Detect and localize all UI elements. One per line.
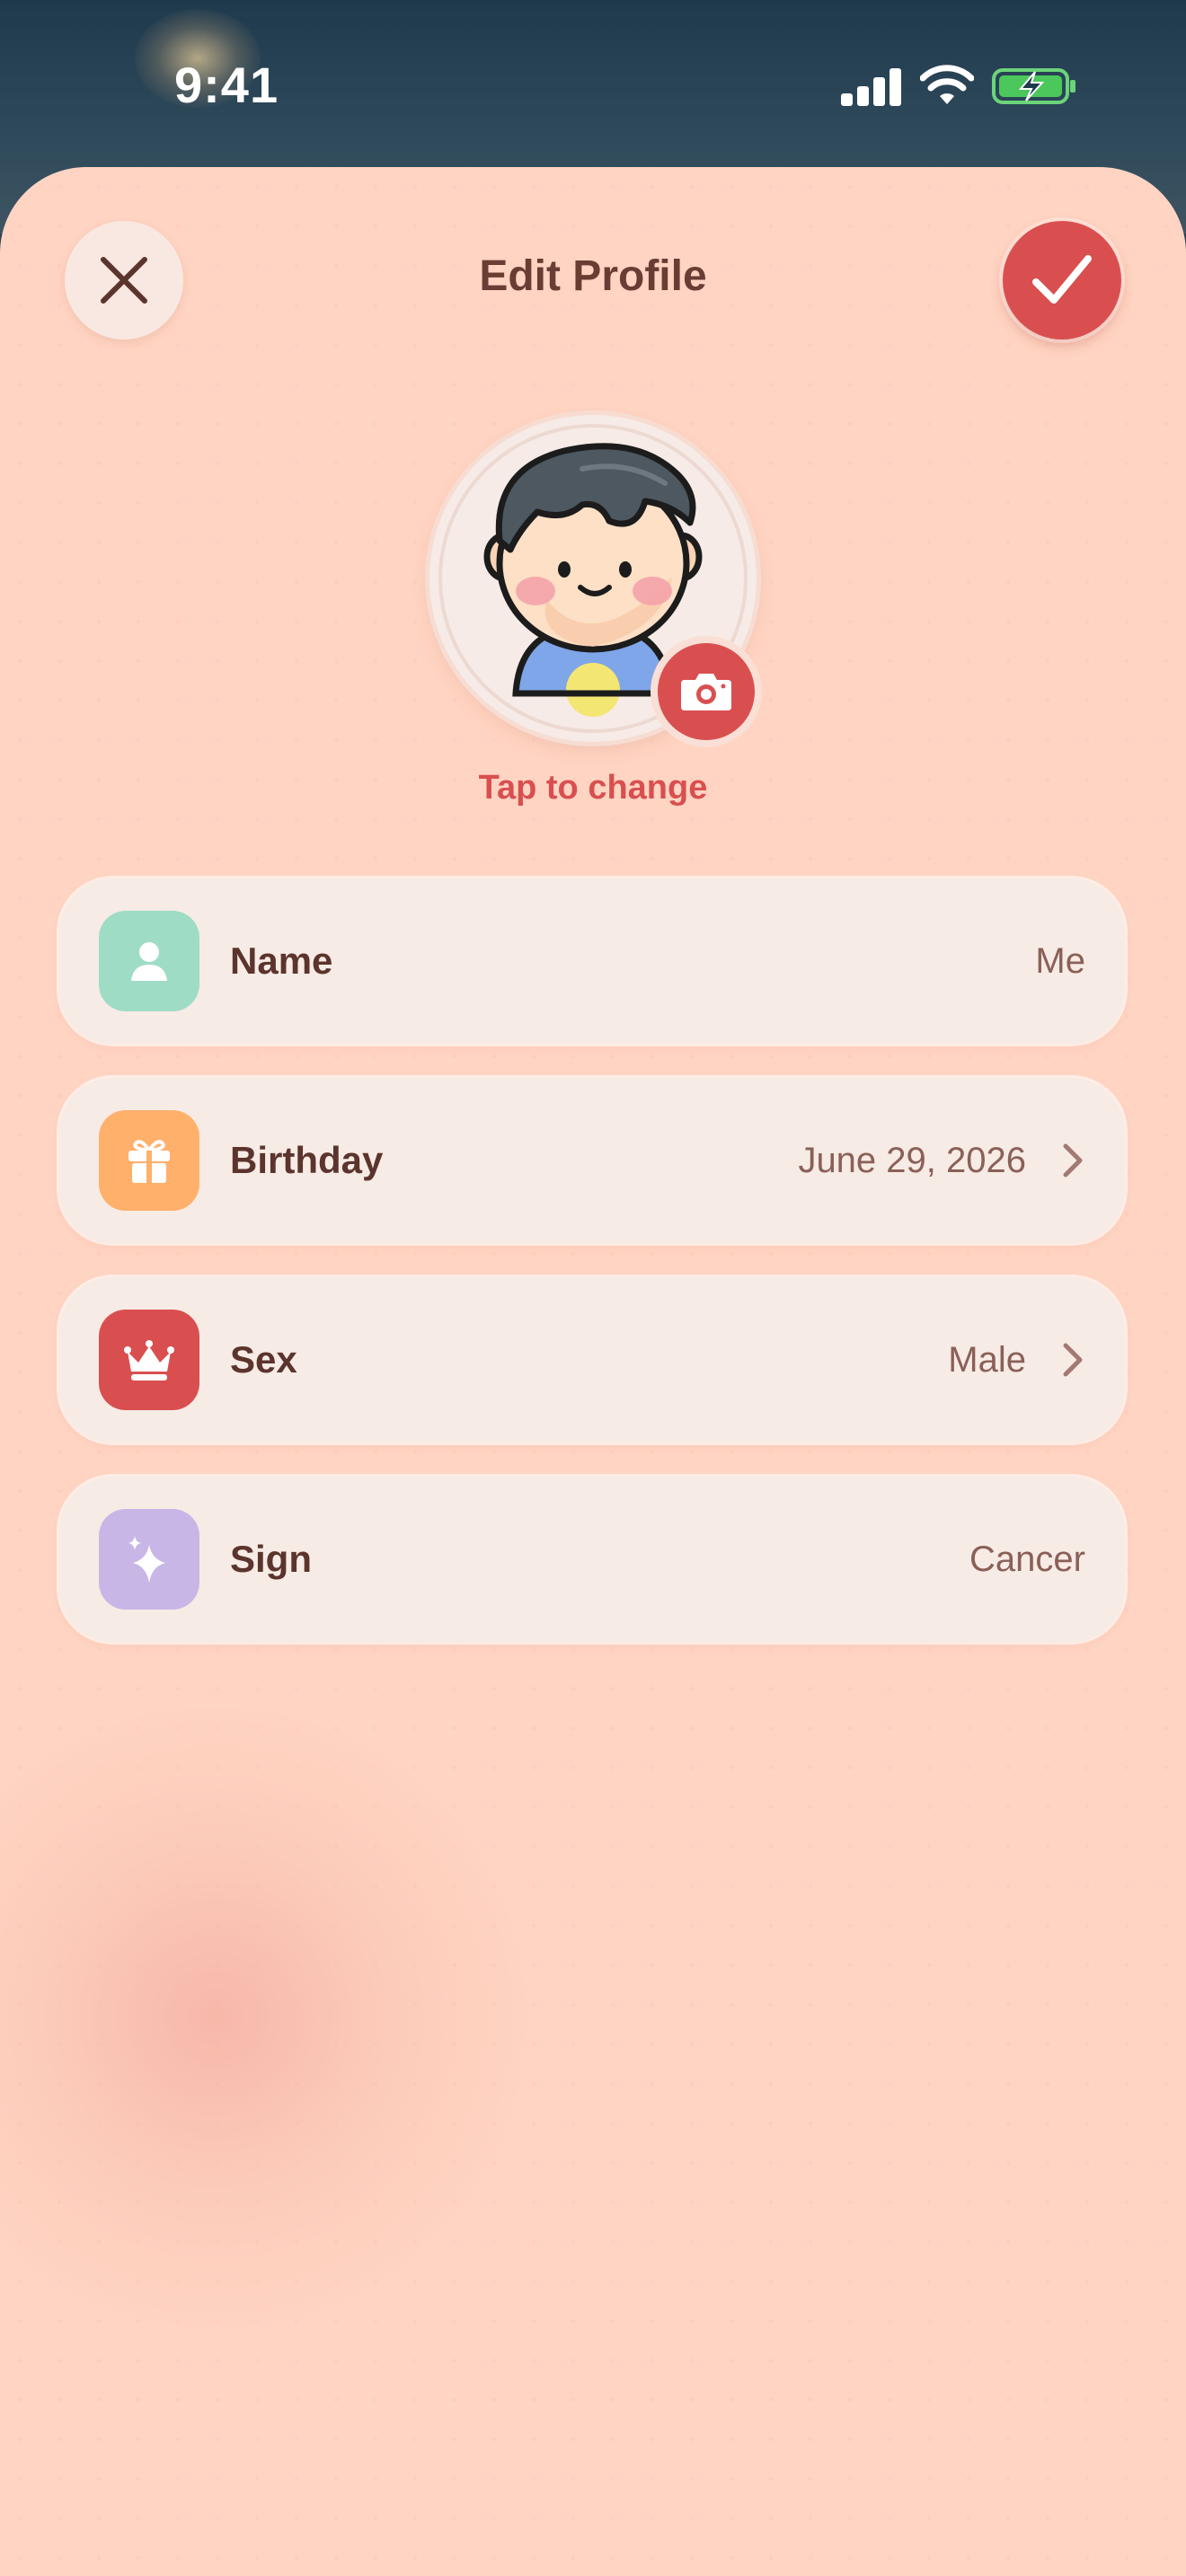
change-photo-label[interactable]: Tap to change [0, 769, 1186, 807]
edit-profile-sheet: Edit Profile Tap to change Name Me Birth… [0, 167, 1186, 2576]
gift-icon [128, 1140, 170, 1183]
sex-row[interactable]: Sex Male [59, 1277, 1125, 1442]
name-row[interactable]: Name Me [59, 878, 1125, 1044]
sex-label: Sex [230, 1338, 297, 1381]
crown-icon [124, 1340, 174, 1381]
sign-value: Cancer [969, 1539, 1085, 1579]
camera-icon [681, 674, 731, 710]
sign-row[interactable]: Sign Cancer [59, 1477, 1125, 1642]
birthday-icon-tile [99, 1110, 199, 1211]
battery-charging-icon [992, 68, 1075, 104]
sign-label: Sign [230, 1538, 312, 1580]
checkmark-icon [1032, 255, 1092, 304]
birthday-row[interactable]: Birthday June 29, 2026 [59, 1078, 1125, 1243]
sex-value: Male [948, 1340, 1026, 1380]
status-time: 9:41 [174, 57, 279, 113]
cellular-signal-icon [841, 66, 902, 106]
save-button[interactable] [1003, 221, 1121, 340]
sign-icon-tile [99, 1509, 199, 1610]
chevron-right-icon [1063, 1143, 1083, 1178]
wifi-icon [920, 65, 974, 104]
person-icon [131, 942, 167, 981]
change-photo-button[interactable] [651, 636, 762, 747]
birthday-value: June 29, 2026 [798, 1141, 1026, 1180]
sex-icon-tile [99, 1310, 199, 1410]
name-value: Me [1035, 941, 1085, 981]
birthday-label: Birthday [230, 1139, 384, 1181]
name-icon-tile [99, 911, 199, 1011]
name-label: Name [230, 940, 333, 982]
sparkle-icon [128, 1536, 165, 1583]
chevron-right-icon [1063, 1343, 1083, 1377]
status-bar: 9:41 [0, 0, 1186, 171]
